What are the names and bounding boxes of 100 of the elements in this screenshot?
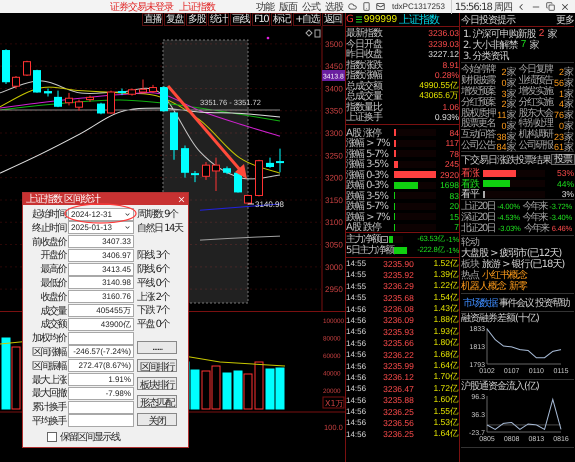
tab[interactable]: 事件会议 xyxy=(499,296,533,310)
field-label: 区间涨幅 xyxy=(31,346,66,359)
toolbar-button[interactable]: 返回 xyxy=(322,13,343,26)
event-label[interactable]: 公司公告 xyxy=(461,138,495,152)
value-field[interactable] xyxy=(68,400,134,414)
rotation-item[interactable]: 小红书概念 xyxy=(482,270,527,281)
value-field[interactable]: 272.47(8.67%) xyxy=(68,359,134,372)
candlestick xyxy=(118,88,126,96)
tick-amount: 1.43亿 xyxy=(432,303,459,315)
volume-bar xyxy=(12,346,20,410)
rotation-item[interactable]: 大盘股 > 疲弱市(已12天) xyxy=(461,248,562,259)
quote-value: 0.93% xyxy=(434,112,459,122)
value-field[interactable]: 3140.98 xyxy=(68,276,134,290)
tick-time: 14:55 xyxy=(346,282,368,291)
tick-time: 14:56 xyxy=(346,407,368,416)
dialog-button[interactable]: 形态匹配 xyxy=(137,394,177,408)
event-unit: 家 xyxy=(564,110,574,122)
toolbar-button[interactable]: F10 xyxy=(252,13,270,26)
more-link[interactable]: 更多 xyxy=(556,12,574,26)
value-field[interactable] xyxy=(68,414,134,428)
toolbar-button[interactable]: 多股 xyxy=(186,13,208,26)
quote-value: 4990.55亿 xyxy=(419,80,459,92)
rotation-item[interactable]: 旅游 > 银行(已18天) xyxy=(482,258,564,270)
mail-icon[interactable] xyxy=(376,2,385,11)
dialog-button[interactable]: 关闭 xyxy=(137,412,177,426)
value-field[interactable]: 1.91% xyxy=(68,373,134,386)
close-icon[interactable] xyxy=(177,194,186,204)
price-axis-label: 3100 xyxy=(325,218,343,228)
value-field[interactable]: -246.57(-7.24%) xyxy=(68,345,134,358)
dialog-button[interactable]: 区间排行 xyxy=(137,358,177,372)
menu-icon[interactable] xyxy=(356,16,362,23)
date-dropdown[interactable]: 2024-12-31 xyxy=(68,208,134,220)
restore-icon[interactable] xyxy=(546,2,555,11)
quote-label: 总成交额 xyxy=(346,80,382,92)
event-count: 11 xyxy=(497,110,506,120)
menu-item[interactable]: 公式 xyxy=(302,0,320,14)
volume-bar xyxy=(254,362,264,410)
tick-amount: 1.54亿 xyxy=(432,292,459,304)
stat-text: 平盘 0个 xyxy=(137,318,171,332)
event-count: 2 xyxy=(501,66,506,77)
tab[interactable]: 投资帮助 xyxy=(535,296,569,310)
quote-value: 3227.12 xyxy=(428,49,459,60)
toolbar-button[interactable]: 画线 xyxy=(230,13,252,26)
value-field[interactable]: 3406.97 xyxy=(68,248,134,262)
menu-item[interactable]: 功能 xyxy=(256,0,274,14)
close-icon[interactable] xyxy=(560,2,570,12)
field-label: 最大回撤 xyxy=(31,386,66,400)
date-dropdown[interactable]: 2025-01-13 xyxy=(68,221,134,234)
candlestick xyxy=(255,159,263,197)
tip-text[interactable]: 2. 大小非解禁 xyxy=(463,38,518,52)
quote-label: 上证换手 xyxy=(346,112,382,124)
tip-text[interactable]: 1. 沪深可申购新股 xyxy=(463,26,536,40)
exchange-label: G xyxy=(346,14,354,25)
event-count: 0 xyxy=(558,120,564,131)
toolbar-button[interactable]: +自选 xyxy=(293,13,321,26)
event-label[interactable]: 股票更名 xyxy=(461,116,495,130)
toolbar-button[interactable]: 复盘 xyxy=(164,13,186,26)
breadth-label: 跌幅 5-7% xyxy=(346,200,390,212)
chart-icon[interactable] xyxy=(381,236,388,242)
menu-item[interactable]: 选股 xyxy=(324,0,343,14)
value-field[interactable]: 43900亿 xyxy=(68,318,134,331)
dialog-button[interactable]: ...... xyxy=(137,340,177,354)
tick-price: 3235.99 xyxy=(382,361,415,372)
toolbar-button[interactable]: 统计 xyxy=(208,13,230,26)
breadth-count: 245 xyxy=(444,159,459,169)
event-unit: 家 xyxy=(564,132,574,143)
tick-price: 3236.12 xyxy=(382,372,415,382)
tick-price: 3236.29 xyxy=(382,281,415,292)
candlestick xyxy=(86,95,94,102)
value-field[interactable]: 3160.76 xyxy=(68,290,134,304)
candlestick xyxy=(65,92,73,106)
checkbox[interactable] xyxy=(47,432,57,442)
volume-bar xyxy=(202,370,210,410)
breadth-label: 涨幅 0-3% xyxy=(346,168,390,180)
event-unit: 家 xyxy=(506,88,516,100)
toolbar-button[interactable]: 标记 xyxy=(271,13,292,26)
value-field[interactable]: 3407.33 xyxy=(68,235,134,248)
value-field[interactable]: -7.98% xyxy=(68,386,134,400)
rotation-item[interactable]: 新零 xyxy=(509,280,527,292)
vote-button[interactable]: 投票 xyxy=(551,154,575,166)
tip-text[interactable]: 3. 分类资讯 xyxy=(463,48,509,62)
phone-icon[interactable] xyxy=(362,2,371,11)
price-axis-label: 3250 xyxy=(325,151,343,160)
menu-item[interactable]: 版面 xyxy=(278,0,297,14)
event-count: 0 xyxy=(501,120,506,131)
event-count: 2 xyxy=(501,99,506,110)
tick-price: 3236.08 xyxy=(382,304,415,314)
candlestick xyxy=(160,86,168,112)
tab[interactable]: 市场数据 xyxy=(463,296,497,310)
quote-value: 3236.03 xyxy=(428,28,459,38)
price-axis-label: 2950 xyxy=(325,285,343,294)
dialog-button[interactable]: 板块排行 xyxy=(137,376,177,390)
toolbar-button[interactable]: 直播 xyxy=(142,13,164,26)
cloud-icon[interactable] xyxy=(348,2,357,11)
breadth-count: 20 xyxy=(448,201,459,211)
rotation-item[interactable]: 机器人概念 xyxy=(461,280,506,292)
value-field[interactable]: 3413.45 xyxy=(68,262,134,276)
value-field[interactable] xyxy=(68,332,134,345)
value-field[interactable]: 405455万 xyxy=(68,304,134,318)
checkbox-label: 保留区间显示线 xyxy=(60,430,120,444)
